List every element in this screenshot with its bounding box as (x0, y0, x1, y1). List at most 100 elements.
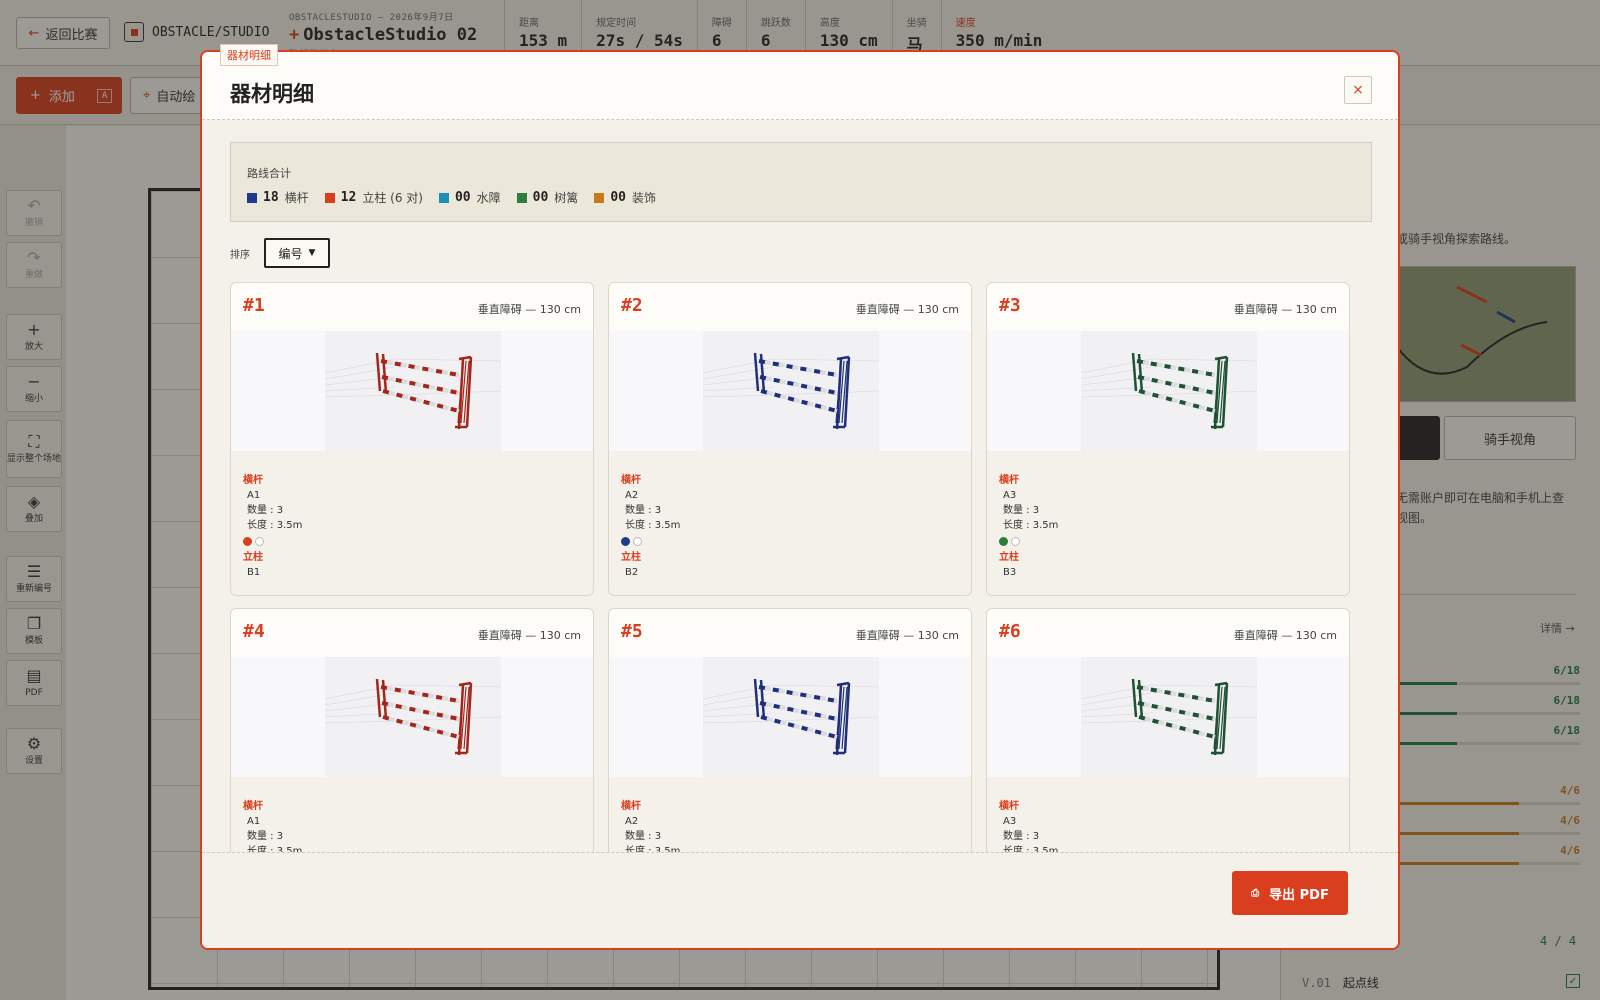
equipment-card[interactable]: #4垂直障碍 — 130 cm横杆A1数量 : 3长度 : 3.5m立柱B1 (230, 608, 594, 862)
color-dots (243, 537, 302, 546)
summary-label: 立柱 (6 对) (362, 191, 423, 205)
fence-illustration-icon (703, 657, 879, 777)
modal-footer: ⎙ 导出 PDF (202, 852, 1398, 948)
color-dot (621, 537, 630, 546)
color-dots (621, 537, 680, 546)
rail-heading: 横杆 (243, 801, 263, 812)
equipment-card[interactable]: #2 垂直障碍 — 130 cm 横杆 A2 数量 : 3 长度 : 3.5m 立柱 B2 (608, 282, 972, 596)
rail-code: A1 (247, 816, 261, 827)
sort-label: 排序 (230, 249, 250, 261)
sort-control: 排序 编号 ▼ (230, 238, 330, 268)
summary-count: 12 (340, 190, 357, 205)
rail-code: A1 (247, 490, 261, 501)
card-details: 横杆 A3 数量 : 3 长度 : 3.5m 立柱 B3 (999, 473, 1058, 580)
color-swatch (324, 192, 335, 203)
obstacle-preview (231, 331, 593, 451)
card-header: #2 垂直障碍 — 130 cm (609, 283, 971, 331)
rail-quantity: 数量 : 3 (625, 831, 662, 842)
obstacle-number: #3 (999, 295, 1021, 316)
obstacle-number: #1 (243, 295, 265, 316)
summary-count: 00 (610, 190, 626, 205)
obstacle-type: 垂直障碍 — 130 cm (477, 629, 581, 642)
post-heading: 立柱 (999, 552, 1019, 563)
color-swatch (438, 192, 449, 203)
summary-label: 横杆 (284, 191, 309, 205)
color-dot (243, 537, 252, 546)
modal-title: 器材明细 (230, 82, 314, 106)
card-header: #3 垂直障碍 — 130 cm (987, 283, 1349, 331)
summary-item: 18 横杆 (247, 189, 309, 206)
close-icon: × (1352, 82, 1364, 98)
obstacle-preview (609, 657, 971, 777)
close-button[interactable]: × (1344, 76, 1372, 104)
summary-label: 装饰 (631, 191, 656, 205)
summary-item: 00 水障 (438, 189, 501, 206)
rail-length: 长度 : 3.5m (625, 520, 681, 531)
rail-code: A2 (625, 490, 639, 501)
color-dot (999, 537, 1008, 546)
chevron-down-icon: ▼ (308, 248, 316, 258)
summary-count: 18 (263, 190, 279, 205)
rail-code: A3 (1003, 490, 1017, 501)
obstacle-number: #4 (243, 621, 265, 642)
obstacle-type: 垂直障碍 — 130 cm (1233, 629, 1337, 642)
rail-quantity: 数量 : 3 (1003, 831, 1040, 842)
equipment-modal: 器材明细 × 路线合计 18 横杆 12 立柱 (6 对) 00 水障 00 树篱 00 装饰 排… (200, 50, 1400, 950)
post-code: B2 (625, 567, 639, 578)
card-header: #6 垂直障碍 — 130 cm (987, 609, 1349, 657)
card-details: 横杆 A1 数量 : 3 长度 : 3.5m 立柱 B1 (243, 473, 302, 580)
obstacle-type: 垂直障碍 — 130 cm (855, 303, 959, 316)
rail-quantity: 数量 : 3 (625, 505, 662, 516)
equipment-card[interactable]: #6垂直障碍 — 130 cm横杆A3数量 : 3长度 : 3.5m立柱B3 (986, 608, 1350, 862)
rail-length: 长度 : 3.5m (247, 520, 303, 531)
summary-item: 12 立柱 (6 对) (324, 189, 423, 206)
obstacle-number: #5 (621, 621, 643, 642)
card-header: #4 垂直障碍 — 130 cm (231, 609, 593, 657)
export-label: 导出 PDF (1269, 887, 1329, 903)
card-details: 横杆 A2 数量 : 3 长度 : 3.5m 立柱 B2 (621, 473, 680, 580)
post-heading: 立柱 (243, 552, 263, 563)
obstacle-preview (231, 657, 593, 777)
obstacle-number: #6 (999, 621, 1021, 642)
summary-count: 00 (454, 190, 471, 205)
equipment-card-grid[interactable]: #1 垂直障碍 — 130 cm 横杆 A1 数量 : 3 长度 : 3.5m 立柱 B1 #2… (230, 282, 1374, 862)
rail-length: 长度 : 3.5m (1003, 520, 1059, 531)
obstacle-type: 垂直障碍 — 130 cm (855, 629, 959, 642)
export-icon: ⎙ (1251, 887, 1260, 899)
summary-title: 路线合计 (247, 167, 291, 180)
equipment-card[interactable]: #3 垂直障碍 — 130 cm 横杆 A3 数量 : 3 长度 : 3.5m 立柱 B3 (986, 282, 1350, 596)
rail-quantity: 数量 : 3 (1003, 505, 1040, 516)
card-header: #5 垂直障碍 — 130 cm (609, 609, 971, 657)
rail-heading: 横杆 (621, 801, 641, 812)
fence-illustration-icon (325, 657, 501, 777)
modal-tab-tag: 器材明细 (220, 44, 278, 66)
obstacle-preview (987, 331, 1349, 451)
rail-heading: 横杆 (999, 801, 1019, 812)
fence-illustration-icon (325, 331, 501, 451)
summary-items: 18 横杆 12 立柱 (6 对) 00 水障 00 树篱 00 装饰 (247, 189, 656, 206)
course-summary: 路线合计 18 横杆 12 立柱 (6 对) 00 水障 00 树篱 00 装饰 (230, 142, 1372, 222)
summary-count: 00 (532, 190, 549, 205)
color-dots (999, 537, 1058, 546)
summary-item: 00 树篱 (516, 189, 579, 206)
rail-code: A3 (1003, 816, 1017, 827)
obstacle-type: 垂直障碍 — 130 cm (477, 303, 581, 316)
rail-quantity: 数量 : 3 (247, 505, 284, 516)
fence-illustration-icon (703, 331, 879, 451)
obstacle-number: #2 (621, 295, 643, 316)
equipment-card[interactable]: #1 垂直障碍 — 130 cm 横杆 A1 数量 : 3 长度 : 3.5m 立柱 B1 (230, 282, 594, 596)
equipment-card[interactable]: #5垂直障碍 — 130 cm横杆A2数量 : 3长度 : 3.5m立柱B2 (608, 608, 972, 862)
rail-quantity: 数量 : 3 (247, 831, 284, 842)
summary-label: 树篱 (554, 191, 579, 205)
post-code: B3 (1003, 567, 1017, 578)
modal-header: 器材明细 × (202, 52, 1398, 120)
color-dot (255, 537, 264, 546)
card-header: #1 垂直障碍 — 130 cm (231, 283, 593, 331)
export-pdf-button[interactable]: ⎙ 导出 PDF (1232, 871, 1348, 915)
sort-select[interactable]: 编号 ▼ (264, 238, 330, 268)
rail-heading: 横杆 (999, 475, 1019, 486)
rail-heading: 横杆 (621, 475, 641, 486)
color-swatch (516, 192, 527, 203)
color-dot (633, 537, 642, 546)
rail-code: A2 (625, 816, 639, 827)
